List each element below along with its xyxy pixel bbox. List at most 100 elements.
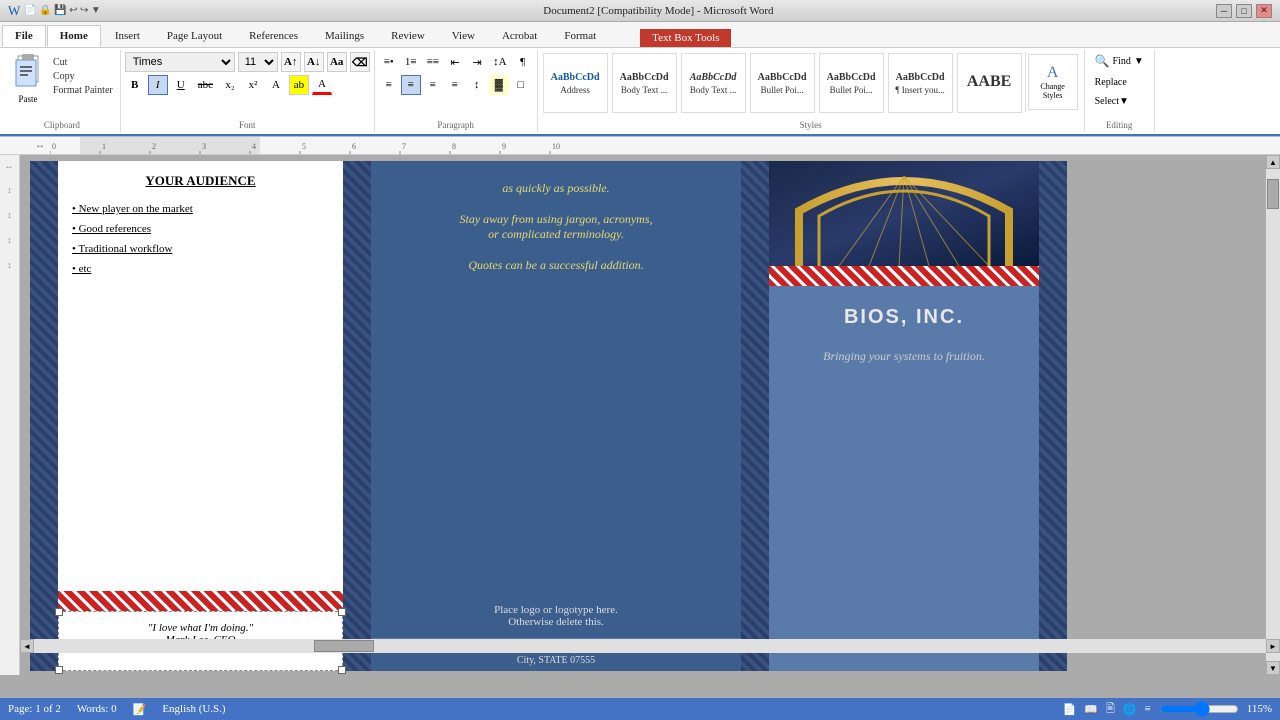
style-address[interactable]: AaBbCcDd Address bbox=[543, 53, 608, 113]
font-name-select[interactable]: Times Arial Calibri bbox=[125, 52, 235, 72]
panel-middle: as quickly as possible. Stay away from u… bbox=[371, 161, 741, 671]
numbering-button[interactable]: 1≡ bbox=[401, 52, 421, 72]
align-left-button[interactable]: ≡ bbox=[379, 75, 399, 95]
bullet-item-2: • Good references bbox=[72, 223, 329, 235]
close-button[interactable]: ✕ bbox=[1256, 4, 1272, 18]
change-case-button[interactable]: Aa bbox=[327, 52, 347, 72]
line-spacing-button[interactable]: ↕ bbox=[467, 75, 487, 95]
align-center-button[interactable]: ≡ bbox=[401, 75, 421, 95]
strikethrough-button[interactable]: abc bbox=[194, 75, 217, 95]
clear-format-button[interactable]: ⌫ bbox=[350, 52, 370, 72]
tab-home[interactable]: Home bbox=[47, 25, 101, 47]
tab-mailings[interactable]: Mailings bbox=[312, 25, 377, 47]
increase-indent-button[interactable]: ⇥ bbox=[467, 52, 487, 72]
ribbon-content: Paste Cut Copy Format Painter Clipboard … bbox=[0, 48, 1280, 136]
find-button[interactable]: 🔍 Find▼ bbox=[1089, 52, 1150, 71]
tab-format[interactable]: Format bbox=[551, 25, 609, 47]
logo-placeholder[interactable]: Place logo or logotype here. Otherwise d… bbox=[371, 594, 741, 638]
language[interactable]: English (U.S.) bbox=[162, 703, 225, 715]
bold-button[interactable]: B bbox=[125, 75, 145, 95]
cut-button[interactable]: Cut bbox=[50, 56, 116, 69]
spell-check-icon[interactable]: 📝 bbox=[133, 703, 147, 716]
font-size-select[interactable]: 11 12 14 bbox=[238, 52, 278, 72]
arch-image bbox=[769, 161, 1039, 266]
view-outline-icon[interactable]: ≡ bbox=[1145, 703, 1151, 715]
panel-middle-text1: as quickly as possible. bbox=[396, 181, 716, 196]
underline-button[interactable]: U bbox=[171, 75, 191, 95]
style-body-text[interactable]: AaBbCcDd Body Text ... bbox=[612, 53, 677, 113]
tabs-bar: File Home Insert Page Layout References … bbox=[0, 22, 1280, 48]
scroll-right-button[interactable]: ► bbox=[1266, 639, 1280, 653]
borders-button[interactable]: □ bbox=[511, 75, 531, 95]
hscroll-track[interactable] bbox=[34, 639, 1266, 653]
italic-button[interactable]: I bbox=[148, 75, 168, 95]
justify-button[interactable]: ≡ bbox=[445, 75, 465, 95]
scroll-track[interactable] bbox=[1266, 169, 1280, 661]
select-button[interactable]: Select▼ bbox=[1089, 94, 1135, 109]
tab-page-layout[interactable]: Page Layout bbox=[154, 25, 235, 47]
zoom-level[interactable]: 115% bbox=[1247, 703, 1272, 715]
status-bar: Page: 1 of 2 Words: 0 📝 English (U.S.) 📄… bbox=[0, 698, 1280, 720]
styles-group: AaBbCcDd Address AaBbCcDd Body Text ... … bbox=[538, 50, 1085, 132]
sort-button[interactable]: ↕A bbox=[489, 52, 510, 72]
align-right-button[interactable]: ≡ bbox=[423, 75, 443, 95]
copy-button[interactable]: Copy bbox=[50, 70, 116, 83]
paragraph-group-label: Paragraph bbox=[437, 120, 473, 130]
document-panels: YOUR AUDIENCE • New player on the market… bbox=[30, 161, 1256, 671]
multilevel-button[interactable]: ≡≡ bbox=[423, 52, 443, 72]
increase-font-button[interactable]: A↑ bbox=[281, 52, 301, 72]
view-web-icon[interactable]: 🌐 bbox=[1123, 703, 1137, 716]
tab-textbox-tools[interactable]: Text Box Tools bbox=[640, 29, 731, 47]
svg-text:6: 6 bbox=[352, 142, 356, 151]
ruler-scale: 0 1 2 3 4 5 6 7 8 9 10 bbox=[50, 137, 1280, 154]
subscript-button[interactable]: x₂ bbox=[220, 75, 240, 95]
svg-text:9: 9 bbox=[502, 142, 506, 151]
scroll-up-button[interactable]: ▲ bbox=[1266, 155, 1280, 169]
ribbon: File Home Insert Page Layout References … bbox=[0, 22, 1280, 137]
decrease-indent-button[interactable]: ⇤ bbox=[445, 52, 465, 72]
style-bullet-point[interactable]: AaBbCcDd Bullet Poi... bbox=[750, 53, 815, 113]
minimize-button[interactable]: ─ bbox=[1216, 4, 1232, 18]
decrease-font-button[interactable]: A↓ bbox=[304, 52, 324, 72]
paste-button[interactable]: Paste bbox=[8, 52, 48, 106]
style-aabe[interactable]: AABE bbox=[957, 53, 1022, 113]
app-icon: W bbox=[8, 3, 20, 19]
tab-insert[interactable]: Insert bbox=[102, 25, 153, 47]
tab-acrobat[interactable]: Acrobat bbox=[489, 25, 550, 47]
replace-button[interactable]: Replace bbox=[1089, 75, 1133, 90]
tab-review[interactable]: Review bbox=[378, 25, 438, 47]
tab-file[interactable]: File bbox=[2, 25, 46, 47]
view-reading-icon[interactable]: 📖 bbox=[1084, 703, 1098, 716]
view-normal-icon[interactable]: 📄 bbox=[1063, 703, 1077, 716]
vertical-scrollbar[interactable]: ▲ ▼ bbox=[1266, 155, 1280, 675]
scroll-thumb[interactable] bbox=[1267, 179, 1279, 209]
view-layout-icon[interactable]: 🖹 bbox=[1106, 700, 1115, 719]
format-painter-button[interactable]: Format Painter bbox=[50, 84, 116, 97]
show-hide-button[interactable]: ¶ bbox=[513, 52, 533, 72]
paste-label: Paste bbox=[19, 94, 38, 104]
scroll-down-button[interactable]: ▼ bbox=[1266, 661, 1280, 675]
panel-left-title: YOUR AUDIENCE bbox=[72, 173, 329, 189]
hscroll-thumb[interactable] bbox=[314, 640, 374, 652]
superscript-button[interactable]: x² bbox=[243, 75, 263, 95]
shading-button[interactable]: ▓ bbox=[489, 75, 509, 95]
company-section: BIOS, INC. Bringing your systems to frui… bbox=[769, 286, 1039, 671]
highlight-button[interactable]: ab bbox=[289, 75, 309, 95]
bullets-button[interactable]: ≡• bbox=[379, 52, 399, 72]
svg-text:2: 2 bbox=[152, 142, 156, 151]
window-title: Document2 [Compatibility Mode] - Microso… bbox=[101, 5, 1216, 17]
tab-references[interactable]: References bbox=[236, 25, 311, 47]
tab-view[interactable]: View bbox=[439, 25, 488, 47]
horizontal-scrollbar[interactable]: ◄ ► bbox=[20, 639, 1280, 653]
maximize-button[interactable]: □ bbox=[1236, 4, 1252, 18]
style-insert-you[interactable]: AaBbCcDd ¶ Insert you... bbox=[888, 53, 953, 113]
style-body-text2[interactable]: AaBbCcDd Body Text ... bbox=[681, 53, 746, 113]
zoom-slider[interactable] bbox=[1159, 703, 1239, 715]
text-effects-button[interactable]: A bbox=[266, 75, 286, 95]
svg-text:10: 10 bbox=[552, 142, 560, 151]
ruler: ↔ 0 1 2 3 4 5 6 7 8 9 10 bbox=[0, 137, 1280, 155]
scroll-left-button[interactable]: ◄ bbox=[20, 639, 34, 653]
font-color-button[interactable]: A bbox=[312, 75, 332, 95]
style-bullet-point2[interactable]: AaBbCcDd Bullet Poi... bbox=[819, 53, 884, 113]
change-styles-button[interactable]: A Change Styles bbox=[1028, 54, 1078, 110]
